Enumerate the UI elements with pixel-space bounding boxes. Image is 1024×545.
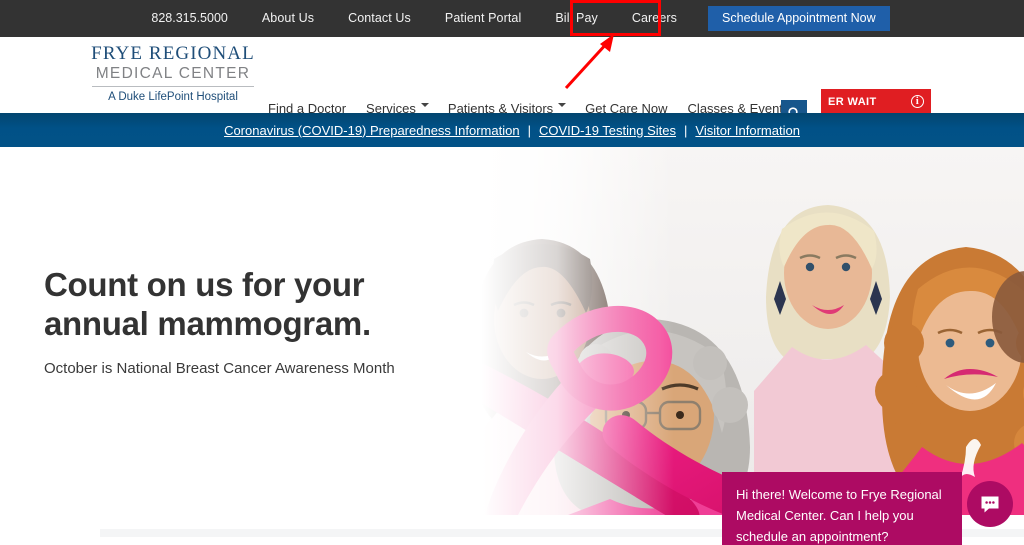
site-header: FRYE REGIONAL MEDICAL CENTER A Duke Life… — [0, 37, 1024, 138]
top-link-bill-pay[interactable]: Bill Pay — [538, 0, 614, 37]
logo-line-2: MEDICAL CENTER — [95, 65, 251, 82]
alert-link-visitor-information[interactable]: Visitor Information — [695, 123, 800, 138]
logo-tagline: A Duke LifePoint Hospital — [108, 91, 238, 103]
schedule-appointment-button[interactable]: Schedule Appointment Now — [708, 6, 890, 31]
hero-copy: Count on us for your annual mammogram. O… — [44, 265, 474, 379]
top-link-careers[interactable]: Careers — [615, 0, 694, 37]
top-utility-bar: 828.315.5000 About Us Contact Us Patient… — [0, 0, 1024, 37]
hero-headline-line-2: annual mammogram. — [44, 305, 371, 342]
chat-bubble-icon — [981, 496, 999, 513]
hero-image — [414, 147, 1024, 515]
er-wait-title: ER WAIT — [828, 95, 877, 108]
hero-image-fade — [414, 147, 674, 515]
chevron-down-icon — [558, 103, 567, 110]
top-link-about-us[interactable]: About Us — [245, 0, 331, 37]
alert-link-covid-preparedness[interactable]: Coronavirus (COVID-19) Preparedness Info… — [224, 123, 520, 138]
covid-alert-bar: Coronavirus (COVID-19) Preparedness Info… — [0, 113, 1024, 147]
hero-subheadline: October is National Breast Cancer Awaren… — [44, 360, 395, 377]
er-wait-header: ER WAIT i — [821, 89, 931, 114]
info-icon[interactable]: i — [911, 95, 924, 108]
phone-number[interactable]: 828.315.5000 — [134, 0, 244, 37]
alert-separator: | — [684, 122, 688, 138]
chat-greeting-bubble: Hi there! Welcome to Frye Regional Medic… — [722, 472, 962, 545]
logo-divider — [92, 86, 254, 87]
top-link-contact-us[interactable]: Contact Us — [331, 0, 428, 37]
site-logo[interactable]: FRYE REGIONAL MEDICAL CENTER A Duke Life… — [88, 43, 258, 104]
top-link-patient-portal[interactable]: Patient Portal — [428, 0, 538, 37]
page-root: 828.315.5000 About Us Contact Us Patient… — [0, 0, 1024, 545]
alert-separator: | — [527, 122, 531, 138]
chat-launcher-button[interactable] — [967, 481, 1013, 527]
chevron-down-icon — [420, 103, 429, 110]
alert-link-covid-testing-sites[interactable]: COVID-19 Testing Sites — [539, 123, 676, 138]
hero-headline-line-1: Count on us for your — [44, 266, 365, 303]
logo-line-1: FRYE REGIONAL — [91, 43, 255, 64]
